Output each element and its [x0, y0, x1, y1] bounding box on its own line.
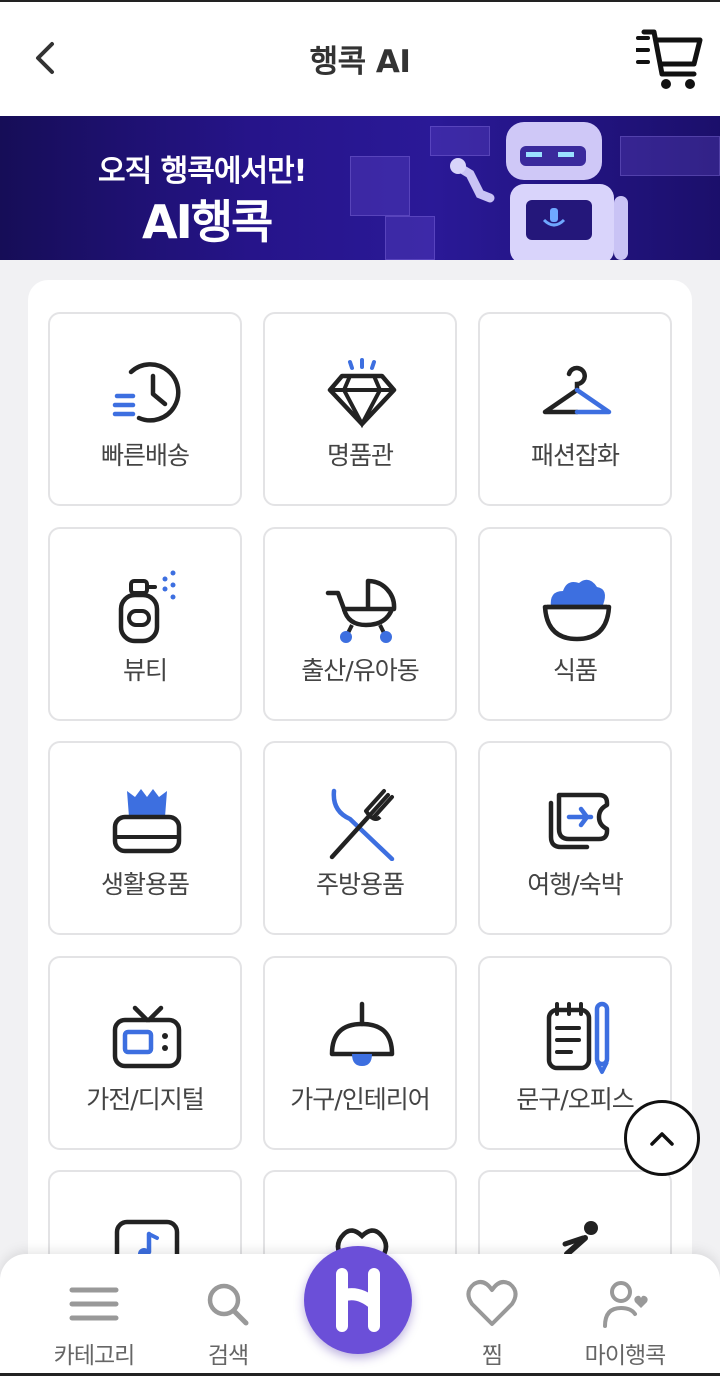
nav-label: 검색 — [207, 1343, 249, 1369]
diamond-icon — [327, 358, 397, 429]
nav-label: 카테고리 — [53, 1343, 136, 1369]
notepad-icon — [546, 1001, 610, 1074]
search-icon — [207, 1283, 249, 1326]
category-label: 가구/인테리어 — [290, 1085, 430, 1114]
cart-icon — [634, 29, 703, 89]
category-fast-delivery[interactable]: 빠른배송 — [48, 312, 242, 506]
category-label: 출산/유아동 — [301, 656, 419, 685]
nav-wishlist[interactable]: 찜 — [432, 1254, 552, 1376]
category-label: 여행/숙박 — [527, 870, 623, 899]
banner-decoration — [350, 156, 410, 216]
category-travel[interactable]: 여행/숙박 — [478, 741, 672, 935]
category-beauty[interactable]: 뷰티 — [48, 527, 242, 721]
category-panel: 빠른배송 명품관 패션잡화 뷰티 출산/유아동 식품 생활용품 주방용품 여행/… — [28, 280, 692, 1376]
my-profile-icon — [603, 1281, 648, 1328]
app-header: 행콕 AI — [0, 2, 720, 116]
page-title: 행콕 AI — [309, 44, 411, 80]
food-bowl-icon — [542, 579, 612, 642]
nav-search[interactable]: 검색 — [168, 1254, 288, 1376]
tv-icon — [112, 1005, 182, 1069]
nav-label: 마이행콕 — [584, 1343, 667, 1369]
category-label: 주방용품 — [315, 870, 405, 899]
fast-delivery-icon — [112, 362, 181, 423]
category-label: 빠른배송 — [100, 441, 190, 470]
banner-subtitle: 오직 행콕에서만! — [98, 154, 307, 189]
category-label: 가전/디지털 — [86, 1085, 204, 1114]
chevron-up-icon — [650, 1132, 674, 1146]
category-fashion[interactable]: 패션잡화 — [478, 312, 672, 506]
nav-category[interactable]: 카테고리 — [34, 1254, 154, 1376]
menu-icon — [69, 1287, 119, 1321]
travel-ticket-icon — [548, 792, 610, 850]
robot-illustration — [450, 122, 628, 260]
category-label: 뷰티 — [122, 656, 168, 685]
stroller-icon — [325, 578, 397, 643]
category-household[interactable]: 생활용품 — [48, 741, 242, 935]
cart-button[interactable] — [634, 24, 704, 94]
hanger-icon — [542, 365, 612, 415]
nav-my-page[interactable]: 마이행콕 — [565, 1254, 685, 1376]
category-electronics[interactable]: 가전/디지털 — [48, 956, 242, 1150]
tissue-box-icon — [112, 789, 182, 854]
home-button[interactable] — [304, 1246, 412, 1354]
category-label: 생활용품 — [100, 870, 190, 899]
lamp-icon — [329, 1001, 395, 1066]
category-food[interactable]: 식품 — [478, 527, 672, 721]
banner-decoration — [385, 216, 435, 260]
category-furniture[interactable]: 가구/인테리어 — [263, 956, 457, 1150]
promo-banner[interactable]: 오직 행콕에서만! AI행콕 — [0, 116, 720, 260]
category-label: 식품 — [552, 656, 598, 685]
category-kitchen[interactable]: 주방용품 — [263, 741, 457, 935]
category-baby[interactable]: 출산/유아동 — [263, 527, 457, 721]
heart-icon — [466, 1280, 518, 1326]
perfume-icon — [118, 570, 176, 644]
category-luxury[interactable]: 명품관 — [263, 312, 457, 506]
fork-knife-icon — [329, 788, 395, 861]
scroll-top-button[interactable] — [624, 1100, 700, 1176]
home-logo-icon — [336, 1268, 380, 1332]
category-label: 패션잡화 — [530, 441, 620, 470]
category-label: 명품관 — [326, 441, 394, 470]
banner-title: AI행콕 — [142, 195, 273, 249]
nav-label: 찜 — [481, 1343, 503, 1369]
